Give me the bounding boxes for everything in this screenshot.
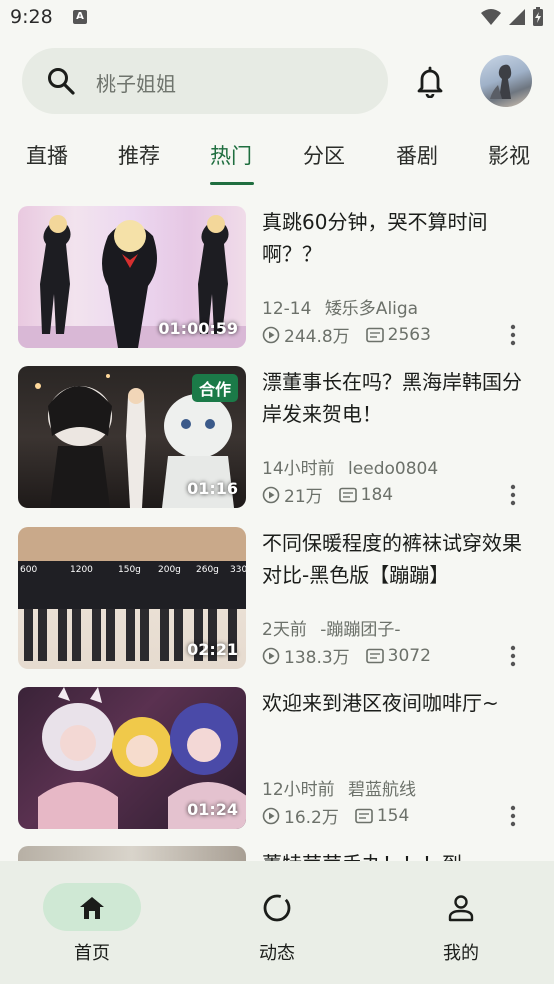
video-author[interactable]: 碧蓝航线 <box>348 780 416 800</box>
video-meta: 12-14 矮乐多Aliga <box>262 294 418 319</box>
more-options-icon[interactable] <box>506 805 520 827</box>
video-title[interactable]: 欢迎来到港区夜间咖啡厅~ <box>262 687 532 719</box>
video-stats: 16.2万 154 <box>262 803 409 828</box>
more-options-icon[interactable] <box>506 645 520 667</box>
tab-movies[interactable]: 影视 <box>488 140 530 170</box>
notification-a-icon: A <box>73 10 87 24</box>
video-duration: 01:16 <box>187 479 238 498</box>
video-meta: 2天前 -蹦蹦团子- <box>262 615 401 640</box>
thumb-label: 260g <box>196 565 219 575</box>
thumb-label: 1200 <box>70 565 93 575</box>
tab-live[interactable]: 直播 <box>26 140 68 170</box>
video-title[interactable]: 真跳60分钟，哭不算时间啊？？ <box>262 206 532 270</box>
battery-icon <box>533 7 543 26</box>
collab-badge: 合作 <box>191 374 238 402</box>
play-count-icon <box>262 326 280 343</box>
view-count: 16.2万 <box>284 808 339 828</box>
video-thumbnail[interactable]: 合作 01:16 <box>18 366 246 508</box>
search-bar[interactable]: 桃子姐姐 <box>22 48 388 114</box>
user-avatar[interactable] <box>480 55 532 107</box>
category-tabs: 直播 推荐 热门 分区 番剧 影视 <box>0 128 554 188</box>
video-card[interactable]: 合作 01:16 漂董事长在吗？黑海岸韩国分岸发来贺电！ 14小时前 leedo… <box>0 366 554 510</box>
video-author[interactable]: 矮乐多Aliga <box>325 299 418 319</box>
danmaku-count: 184 <box>360 484 394 505</box>
dynamic-icon[interactable] <box>262 893 292 923</box>
video-title[interactable]: 漂董事长在吗？黑海岸韩国分岸发来贺电！ <box>262 366 532 430</box>
video-card[interactable]: 600 1200 150g 200g 260g 330 02:21 不同保暖程度… <box>0 527 554 671</box>
video-stats: 21万 184 <box>262 482 393 507</box>
view-count: 244.8万 <box>284 327 350 347</box>
more-options-icon[interactable] <box>506 484 520 506</box>
status-bar: 9:28 A <box>0 0 554 36</box>
notification-bell-icon[interactable] <box>414 64 446 98</box>
danmaku-icon <box>365 327 384 342</box>
danmaku-count: 3072 <box>387 645 431 666</box>
nav-me[interactable]: 我的 <box>421 939 501 965</box>
thumb-label: 330 <box>230 565 246 575</box>
video-card[interactable]: 01:24 欢迎来到港区夜间咖啡厅~ 12小时前 碧蓝航线 16.2万 154 <box>0 687 554 831</box>
signal-icon <box>509 9 525 25</box>
avatar-figure-icon <box>490 64 512 99</box>
play-count-icon <box>262 647 280 664</box>
video-card[interactable]: 01:00:59 真跳60分钟，哭不算时间啊？？ 12-14 矮乐多Aliga … <box>0 206 554 350</box>
danmaku-count: 2563 <box>387 324 431 345</box>
play-count-icon <box>262 807 280 824</box>
danmaku-count: 154 <box>376 805 410 826</box>
nav-dynamic[interactable]: 动态 <box>237 939 317 965</box>
video-thumbnail[interactable]: 01:24 <box>18 687 246 829</box>
status-icons <box>480 7 544 27</box>
tab-recommend[interactable]: 推荐 <box>118 140 160 170</box>
video-duration: 01:00:59 <box>158 319 238 338</box>
video-date: 14小时前 <box>262 459 335 479</box>
video-thumbnail[interactable]: 600 1200 150g 200g 260g 330 02:21 <box>18 527 246 669</box>
home-icon[interactable] <box>79 896 105 920</box>
video-date: 12-14 <box>262 299 312 319</box>
search-input[interactable]: 桃子姐姐 <box>96 68 176 97</box>
tab-zones[interactable]: 分区 <box>303 140 345 170</box>
video-duration: 02:21 <box>187 640 238 659</box>
danmaku-icon <box>365 648 384 663</box>
nav-home[interactable]: 首页 <box>52 939 132 965</box>
video-date: 2天前 <box>262 620 307 640</box>
video-author[interactable]: leedo0804 <box>348 459 438 479</box>
active-tab-indicator <box>210 182 254 185</box>
video-thumbnail[interactable]: 01:00:59 <box>18 206 246 348</box>
more-options-icon[interactable] <box>506 324 520 346</box>
video-date: 12小时前 <box>262 780 335 800</box>
tab-hot[interactable]: 热门 <box>210 140 252 170</box>
status-time: 9:28 <box>10 6 53 28</box>
bottom-navigation: 首页 动态 我的 <box>0 861 554 984</box>
wifi-icon <box>481 9 501 25</box>
danmaku-icon <box>355 808 373 823</box>
thumb-label: 150g <box>118 565 141 575</box>
view-count: 21万 <box>284 487 323 507</box>
video-title[interactable]: 不同保暖程度的裤袜试穿效果对比-黑色版【蹦蹦】 <box>262 527 532 591</box>
video-author[interactable]: -蹦蹦团子- <box>320 620 400 640</box>
thumb-label: 600 <box>20 565 38 575</box>
video-stats: 138.3万 3072 <box>262 643 431 668</box>
play-count-icon <box>262 486 280 503</box>
search-icon <box>48 68 75 95</box>
profile-icon[interactable] <box>448 894 474 922</box>
danmaku-icon <box>338 487 357 502</box>
view-count: 138.3万 <box>284 648 350 668</box>
video-meta: 14小时前 leedo0804 <box>262 454 438 479</box>
video-meta: 12小时前 碧蓝航线 <box>262 775 416 800</box>
tab-anime[interactable]: 番剧 <box>396 140 438 170</box>
video-stats: 244.8万 2563 <box>262 322 431 347</box>
video-duration: 01:24 <box>187 800 238 819</box>
thumb-label: 200g <box>158 565 181 575</box>
